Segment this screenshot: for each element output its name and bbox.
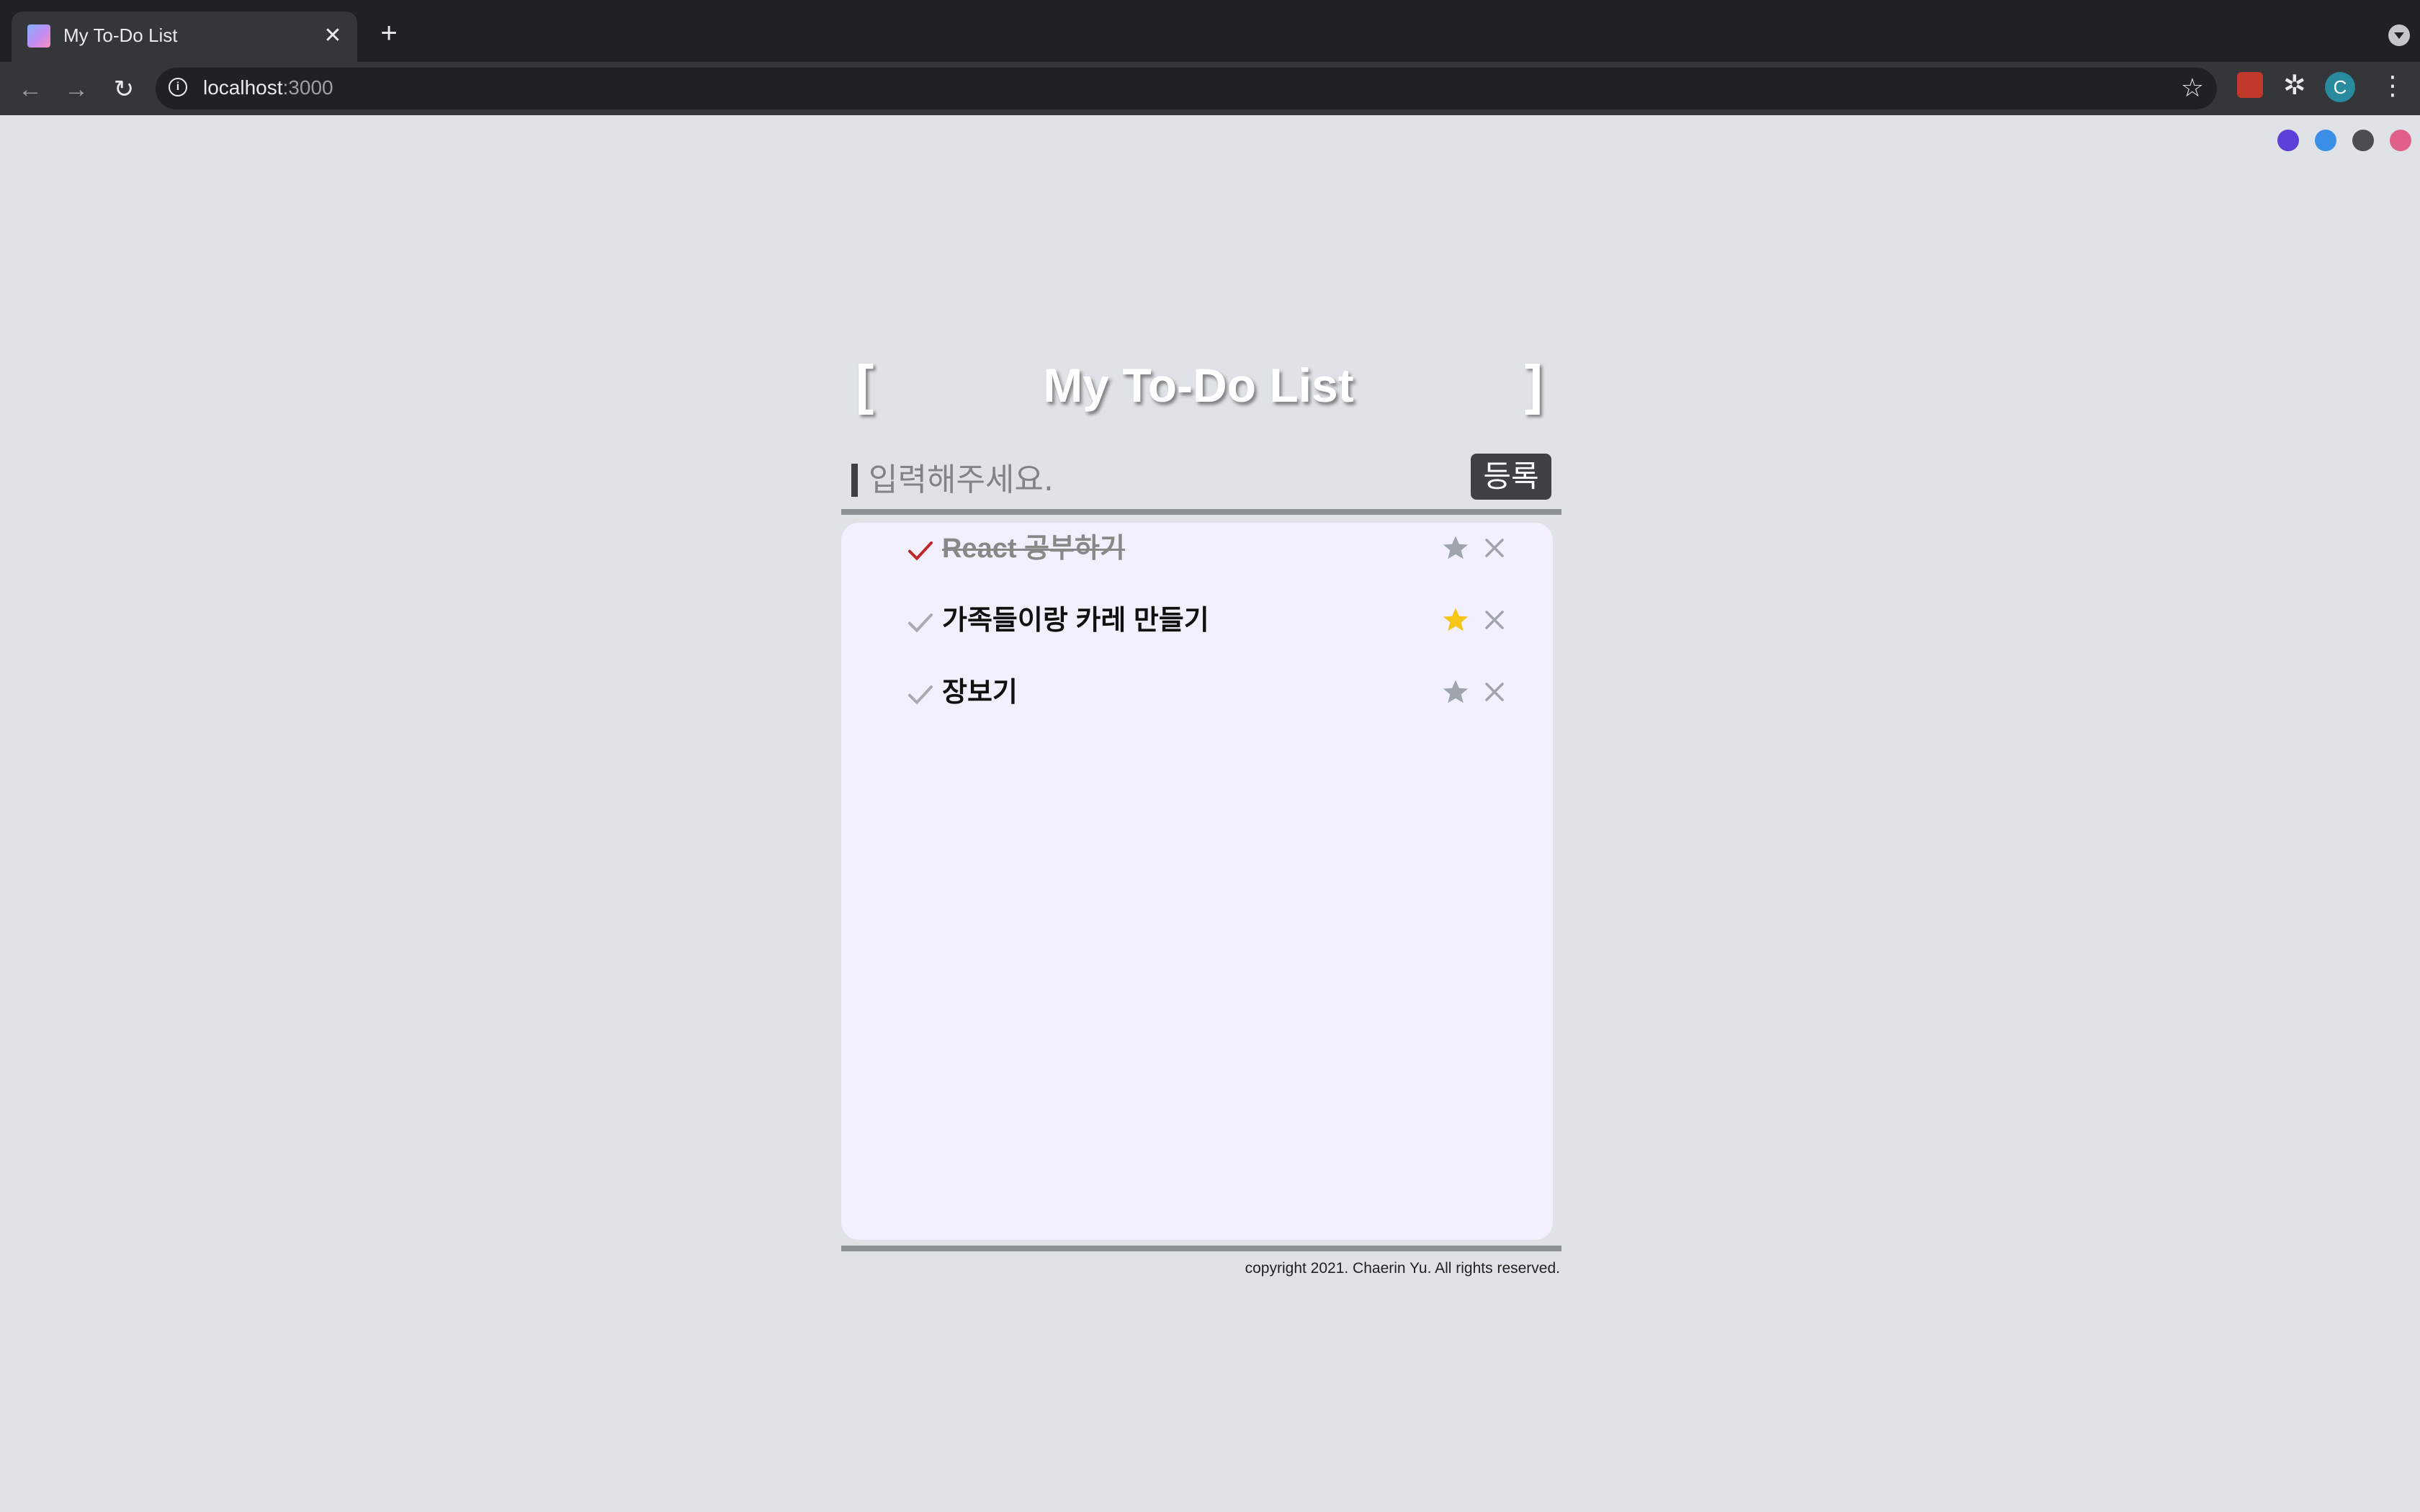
star-icon[interactable] xyxy=(1440,533,1471,563)
kebab-menu-icon[interactable]: ⋮ xyxy=(2380,71,2406,101)
puzzle-extensions-icon[interactable]: ✲ xyxy=(2283,69,2306,102)
submit-button[interactable]: 등록 xyxy=(1471,454,1551,500)
tab-search-icon[interactable] xyxy=(2388,24,2410,46)
address-bar[interactable]: i localhost:3000 ☆ xyxy=(156,68,2217,109)
browser-tab[interactable]: My To-Do List ✕ xyxy=(12,12,357,62)
theme-color-dot[interactable] xyxy=(2352,130,2374,151)
back-arrow-icon[interactable]: ← xyxy=(14,73,46,105)
todo-form: 등록 xyxy=(841,444,1561,516)
check-icon[interactable] xyxy=(906,680,935,708)
todo-item: 가족들이랑 카레 만들기 xyxy=(841,595,1553,660)
page-title: My To-Do List xyxy=(1043,359,1354,412)
header: [ My To-Do List ] xyxy=(841,353,1556,418)
url-text: localhost:3000 xyxy=(203,76,333,99)
url-port: :3000 xyxy=(282,76,333,99)
theme-color-dot[interactable] xyxy=(2277,130,2299,151)
todo-text: React 공부하기 xyxy=(942,534,1125,564)
forward-arrow-icon[interactable]: → xyxy=(60,73,92,105)
todo-input[interactable] xyxy=(867,454,1504,505)
check-icon[interactable] xyxy=(906,536,935,564)
todo-text: 장보기 xyxy=(942,678,1018,708)
todo-item: React 공부하기 xyxy=(841,523,1553,588)
extension-icon[interactable] xyxy=(2237,72,2263,98)
input-cursor-bar xyxy=(851,464,858,497)
tab-close-icon[interactable]: ✕ xyxy=(318,22,347,50)
todo-list: React 공부하기가족들이랑 카레 만들기장보기 xyxy=(841,523,1553,1240)
bookmark-star-icon[interactable]: ☆ xyxy=(2181,73,2204,102)
theme-color-dot[interactable] xyxy=(2390,130,2411,151)
browser-toolbar: ← → ↻ i localhost:3000 ☆ xyxy=(0,62,2420,115)
delete-icon[interactable] xyxy=(1481,606,1508,634)
favicon-icon xyxy=(27,24,50,48)
star-icon[interactable] xyxy=(1440,605,1471,635)
delete-icon[interactable] xyxy=(1481,534,1508,562)
tab-title: My To-Do List xyxy=(63,24,178,46)
divider-top xyxy=(841,509,1561,515)
todo-text: 가족들이랑 카레 만들기 xyxy=(942,606,1209,636)
delete-icon[interactable] xyxy=(1481,678,1508,706)
todo-item: 장보기 xyxy=(841,667,1553,732)
theme-color-dot[interactable] xyxy=(2315,130,2336,151)
profile-avatar[interactable]: C xyxy=(2325,72,2355,102)
new-tab-button[interactable]: + xyxy=(375,19,403,48)
info-icon[interactable]: i xyxy=(169,78,187,96)
reload-icon[interactable]: ↻ xyxy=(108,73,140,105)
divider-bottom xyxy=(841,1246,1561,1251)
browser-tab-bar: My To-Do List ✕ + xyxy=(0,0,2420,62)
check-icon[interactable] xyxy=(906,608,935,636)
title-bracket-right: ] xyxy=(1524,354,1543,415)
footer-copyright: copyright 2021. Chaerin Yu. All rights r… xyxy=(1245,1260,1560,1277)
star-icon[interactable] xyxy=(1440,677,1471,707)
url-host: localhost xyxy=(203,76,283,99)
